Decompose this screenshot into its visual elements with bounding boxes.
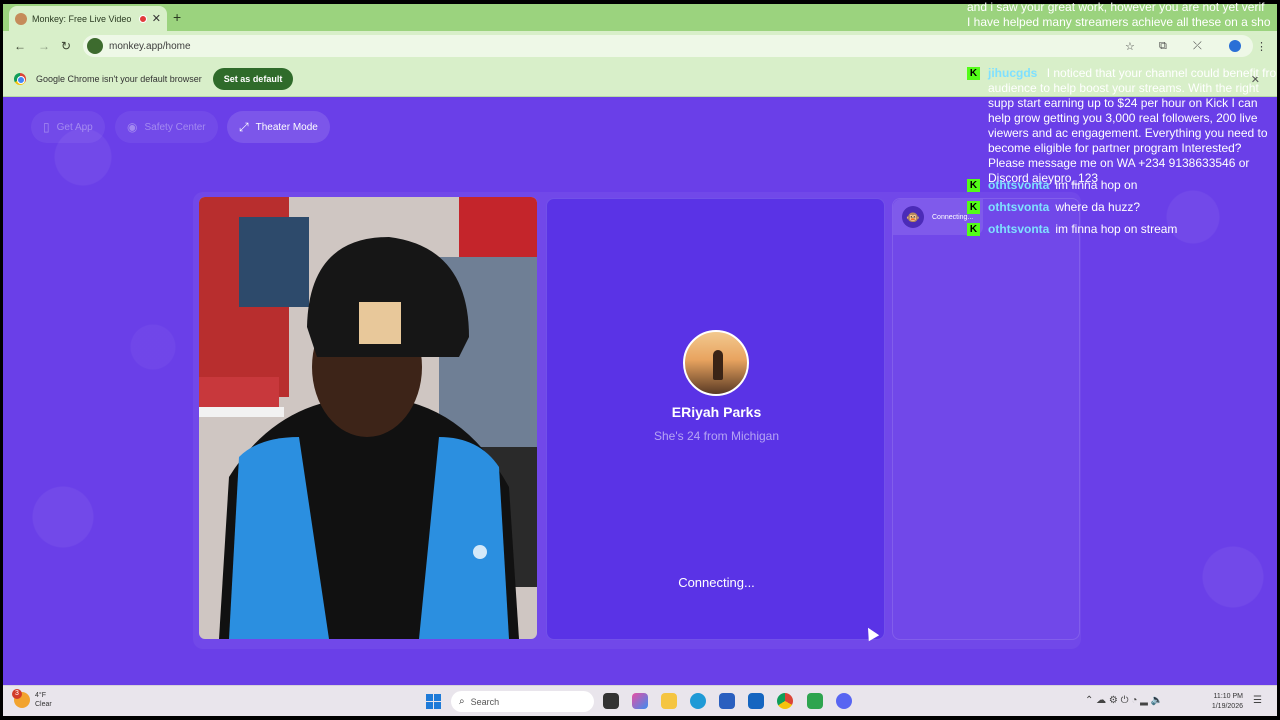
- connecting-status: Connecting...: [678, 575, 755, 590]
- expand-icon: ⤢: [239, 119, 249, 134]
- chat-text: im finna hop on: [1055, 178, 1138, 192]
- chat-message: K othtsvonta where da huzz?: [967, 200, 1140, 215]
- theater-mode-button[interactable]: ⤢ Theater Mode: [227, 111, 330, 143]
- reload-button[interactable]: ↻: [61, 39, 71, 53]
- chat-text: im finna hop on stream: [1055, 222, 1178, 236]
- weather-badge: 3: [12, 689, 22, 699]
- recording-icon: [138, 14, 147, 23]
- infobar-message: Google Chrome isn't your default browser: [36, 73, 202, 84]
- file-explorer-icon[interactable]: [661, 693, 677, 709]
- chat-message: K othtsvonta im finna hop on: [967, 178, 1137, 193]
- chat-line: and i saw your great work, however you a…: [967, 0, 1265, 14]
- get-app-label: Get App: [56, 121, 93, 133]
- kick-badge-icon: K: [967, 179, 980, 192]
- self-video-feed: [199, 197, 537, 639]
- chat-message: K othtsvonta im finna hop on stream: [967, 222, 1177, 237]
- tab-close-icon[interactable]: ✕: [152, 12, 161, 25]
- tab-title: Monkey: Free Live Video Ch: [32, 13, 134, 24]
- new-tab-button[interactable]: +: [173, 9, 181, 25]
- peer-name: ERiyah Parks: [671, 404, 762, 420]
- clock-date: 1/19/2026: [1211, 703, 1243, 710]
- kick-badge-icon: K: [967, 223, 980, 236]
- weather-widget[interactable]: 3 4°F Clear: [12, 689, 52, 709]
- clock-time: 11:10 PM: [1213, 693, 1243, 700]
- phone-icon: ▯: [43, 120, 50, 134]
- chat-text: where da huzz?: [1055, 200, 1141, 214]
- stream-chat-overlay: and i saw your great work, however you a…: [967, 0, 1280, 240]
- get-app-button[interactable]: ▯ Get App: [31, 111, 105, 143]
- clock[interactable]: 11:10 PM 1/19/2026: [1203, 692, 1243, 712]
- webcam-image: [199, 197, 537, 639]
- chat-message: K jihucgds I noticed that your channel c…: [967, 66, 1280, 186]
- copilot-icon[interactable]: [632, 693, 648, 709]
- peer-panel: ERiyah Parks She's 24 from Michigan Conn…: [546, 198, 885, 640]
- chat-username: othtsvonta: [988, 178, 1050, 192]
- weather-temp: 4°F: [35, 692, 46, 699]
- notifications-icon[interactable]: ☰: [1253, 695, 1262, 706]
- site-info-icon[interactable]: [87, 38, 103, 54]
- chat-username: othtsvonta: [988, 200, 1050, 214]
- weather-icon: 3: [12, 689, 30, 708]
- taskbar-search-label: Search: [470, 696, 500, 707]
- chrome-logo-icon: [14, 72, 26, 85]
- safety-center-label: Safety Center: [144, 121, 206, 133]
- peer-avatar[interactable]: [683, 330, 749, 396]
- chat-username: othtsvonta: [988, 222, 1050, 236]
- safety-center-button[interactable]: ◉ Safety Center: [115, 111, 218, 143]
- back-button[interactable]: ←: [14, 39, 26, 53]
- monkey-favicon-icon: [15, 12, 27, 25]
- app-icon[interactable]: [807, 693, 823, 709]
- search-icon: ⌕: [459, 696, 465, 707]
- chrome-taskbar-icon[interactable]: [777, 693, 793, 709]
- side-panel: 🐵 Connecting...: [892, 198, 1080, 640]
- chat-text: I noticed that your channel could benefi…: [988, 66, 1277, 185]
- peer-subtitle: She's 24 from Michigan: [653, 429, 779, 443]
- monkey-emoji-icon: 🐵: [902, 206, 924, 228]
- system-tray-icons[interactable]: ⌃ ☁ ⚙ ⏻ ◔ ▂ 🔈: [1085, 695, 1163, 706]
- chat-username: jihucgds: [988, 66, 1038, 80]
- shield-icon: ◉: [127, 120, 138, 134]
- chat-line: I have helped many streamers achieve all…: [967, 15, 1271, 29]
- store-icon[interactable]: [719, 693, 735, 709]
- start-button[interactable]: [426, 694, 441, 709]
- browser-tab[interactable]: Monkey: Free Live Video Ch ✕: [9, 6, 167, 31]
- url-text: monkey.app/home: [109, 40, 191, 52]
- task-view-icon[interactable]: [603, 693, 619, 709]
- edge-icon[interactable]: [690, 693, 706, 709]
- kick-badge-icon: K: [967, 67, 980, 80]
- windows-taskbar: 3 4°F Clear ⌕ Search ⌃ ☁ ⚙ ⏻ ◔ ▂ 🔈 11:10…: [3, 685, 1277, 716]
- weather-condition: Clear: [35, 701, 52, 708]
- discord-icon[interactable]: [836, 693, 852, 709]
- kick-badge-icon: K: [967, 201, 980, 214]
- forward-button[interactable]: →: [38, 39, 50, 53]
- taskbar-search[interactable]: ⌕ Search: [451, 691, 594, 712]
- theater-mode-label: Theater Mode: [255, 121, 318, 133]
- set-as-default-button[interactable]: Set as default: [212, 67, 294, 90]
- outlook-icon[interactable]: [748, 693, 764, 709]
